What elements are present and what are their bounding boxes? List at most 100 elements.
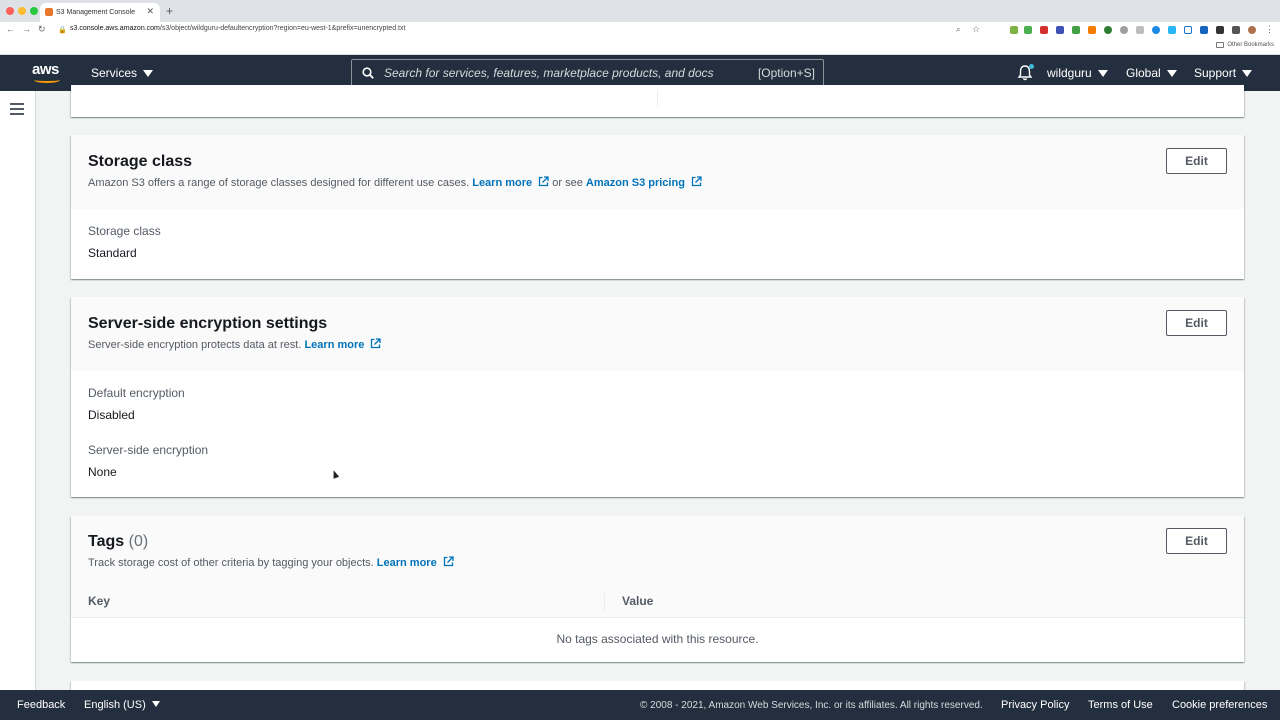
storage-class-title: Storage class bbox=[88, 153, 193, 170]
storage-class-field-value: Standard bbox=[88, 246, 137, 260]
account-menu[interactable]: wildguru bbox=[1047, 66, 1108, 80]
terms-of-use-link[interactable]: Terms of Use bbox=[1088, 699, 1153, 711]
extension-icon[interactable] bbox=[1216, 26, 1224, 34]
extension-icon[interactable] bbox=[1088, 26, 1096, 34]
tags-count: (0) bbox=[128, 533, 149, 550]
column-header-key[interactable]: Key bbox=[88, 594, 110, 608]
folder-icon bbox=[1216, 42, 1225, 48]
encryption-title: Server-side encryption settings bbox=[88, 315, 328, 332]
tags-header: Tags (0) Track storage cost of other cri… bbox=[71, 516, 1244, 588]
support-label: Support bbox=[1194, 66, 1237, 80]
extension-icon[interactable] bbox=[1200, 26, 1208, 34]
services-menu[interactable]: Services bbox=[91, 66, 154, 80]
caret-down-icon bbox=[151, 701, 160, 707]
extension-icon[interactable] bbox=[1152, 26, 1160, 34]
encryption-panel: Server-side encryption settings Server-s… bbox=[71, 297, 1244, 497]
column-header-value[interactable]: Value bbox=[622, 594, 653, 608]
lock-icon: 🔒 bbox=[58, 27, 67, 34]
or-see-text: or see bbox=[552, 177, 583, 189]
other-bookmarks[interactable]: Other Bookmarks bbox=[1216, 42, 1274, 48]
learn-more-link[interactable]: Learn more bbox=[304, 339, 364, 351]
language-selector[interactable]: English (US) bbox=[84, 699, 160, 711]
tags-empty-message: No tags associated with this resource. bbox=[556, 632, 759, 646]
learn-more-link[interactable]: Learn more bbox=[472, 177, 532, 189]
extensions-puzzle-icon[interactable] bbox=[1232, 26, 1240, 34]
maximize-window-button[interactable] bbox=[30, 7, 38, 15]
description-text: Server-side encryption protects data at … bbox=[88, 339, 302, 351]
storage-class-field-label: Storage class bbox=[88, 224, 161, 238]
language-label: English (US) bbox=[84, 699, 146, 711]
reload-icon[interactable]: ↻ bbox=[38, 24, 46, 35]
extension-icon[interactable] bbox=[1184, 26, 1192, 34]
sse-label: Server-side encryption bbox=[88, 443, 209, 457]
browser-tab[interactable]: S3 Management Console ✕ bbox=[40, 3, 160, 22]
aws-logo[interactable]: aws bbox=[32, 61, 62, 85]
extension-icon[interactable] bbox=[1168, 26, 1176, 34]
notification-dot bbox=[1029, 64, 1034, 69]
external-link-icon bbox=[539, 176, 549, 187]
aws-logo-text: aws bbox=[32, 61, 59, 78]
column-divider[interactable] bbox=[604, 593, 605, 611]
other-bookmarks-label: Other Bookmarks bbox=[1227, 42, 1274, 48]
storage-class-description: Amazon S3 offers a range of storage clas… bbox=[88, 176, 702, 189]
tags-edit-button[interactable]: Edit bbox=[1166, 528, 1227, 554]
storage-class-panel: Storage class Amazon S3 offers a range o… bbox=[71, 135, 1244, 279]
caret-down-icon bbox=[1166, 69, 1177, 77]
menu-hamburger-icon[interactable] bbox=[10, 103, 24, 115]
extension-icon[interactable] bbox=[1120, 26, 1128, 34]
search-icon bbox=[362, 67, 374, 79]
minimize-window-button[interactable] bbox=[18, 7, 26, 15]
storage-class-header: Storage class Amazon S3 offers a range o… bbox=[71, 135, 1244, 209]
back-icon[interactable]: ← bbox=[6, 24, 15, 34]
description-text: Track storage cost of other criteria by … bbox=[88, 557, 374, 569]
cookie-preferences-link[interactable]: Cookie preferences bbox=[1172, 699, 1267, 711]
side-navigation-rail bbox=[0, 91, 36, 690]
search-shortcut-hint: [Option+S] bbox=[757, 66, 815, 80]
profile-avatar[interactable] bbox=[1248, 26, 1256, 34]
external-link-icon bbox=[691, 176, 702, 187]
new-tab-button[interactable]: + bbox=[166, 4, 173, 18]
forward-icon[interactable]: → bbox=[22, 24, 31, 34]
extension-icon[interactable] bbox=[1104, 26, 1112, 34]
region-label: Global bbox=[1126, 66, 1161, 80]
console-footer: Feedback English (US) © 2008 - 2021, Ama… bbox=[0, 690, 1280, 720]
support-menu[interactable]: Support bbox=[1194, 66, 1253, 80]
extension-icon[interactable] bbox=[1010, 26, 1018, 34]
extension-icon[interactable] bbox=[1136, 26, 1144, 34]
privacy-policy-link[interactable]: Privacy Policy bbox=[1001, 699, 1069, 711]
default-encryption-value: Disabled bbox=[88, 408, 135, 422]
tags-title-text: Tags bbox=[88, 533, 125, 550]
browser-menu-icon[interactable]: ⋮ bbox=[1265, 24, 1274, 35]
close-tab-icon[interactable]: ✕ bbox=[146, 6, 154, 17]
s3-pricing-link[interactable]: Amazon S3 pricing bbox=[586, 177, 685, 189]
extension-icon[interactable] bbox=[1056, 26, 1064, 34]
url-field[interactable]: s3.console.aws.amazon.com/s3/object/wild… bbox=[70, 25, 405, 32]
account-label: wildguru bbox=[1047, 66, 1092, 80]
caret-down-icon bbox=[143, 69, 154, 77]
description-text: Amazon S3 offers a range of storage clas… bbox=[88, 177, 470, 189]
bookmark-star-icon[interactable]: ☆ bbox=[972, 24, 980, 35]
extension-icon[interactable] bbox=[1040, 26, 1048, 34]
encryption-header: Server-side encryption settings Server-s… bbox=[71, 297, 1244, 371]
tags-table-header: Key Value bbox=[71, 588, 1244, 618]
feedback-link[interactable]: Feedback bbox=[17, 699, 65, 711]
bookmarks-bar: Other Bookmarks bbox=[0, 38, 1280, 55]
region-menu[interactable]: Global bbox=[1126, 66, 1177, 80]
zoom-icon[interactable]: ⌕ bbox=[956, 25, 960, 35]
tags-panel: Tags (0) Track storage cost of other cri… bbox=[71, 516, 1244, 662]
extension-icon[interactable] bbox=[1072, 26, 1080, 34]
learn-more-link[interactable]: Learn more bbox=[377, 557, 437, 569]
encryption-edit-button[interactable]: Edit bbox=[1166, 310, 1227, 336]
search-input[interactable]: Search for services, features, marketpla… bbox=[351, 59, 824, 87]
external-link-icon bbox=[443, 556, 454, 567]
extension-icon[interactable] bbox=[1024, 26, 1032, 34]
aws-favicon-icon bbox=[45, 8, 53, 16]
default-encryption-label: Default encryption bbox=[88, 386, 185, 400]
storage-class-edit-button[interactable]: Edit bbox=[1166, 148, 1227, 174]
caret-down-icon bbox=[1242, 69, 1253, 77]
copyright-text: © 2008 - 2021, Amazon Web Services, Inc.… bbox=[640, 700, 983, 711]
previous-panel bbox=[71, 85, 1244, 117]
sse-value: None bbox=[88, 465, 117, 479]
close-window-button[interactable] bbox=[6, 7, 14, 15]
services-label: Services bbox=[91, 66, 138, 80]
